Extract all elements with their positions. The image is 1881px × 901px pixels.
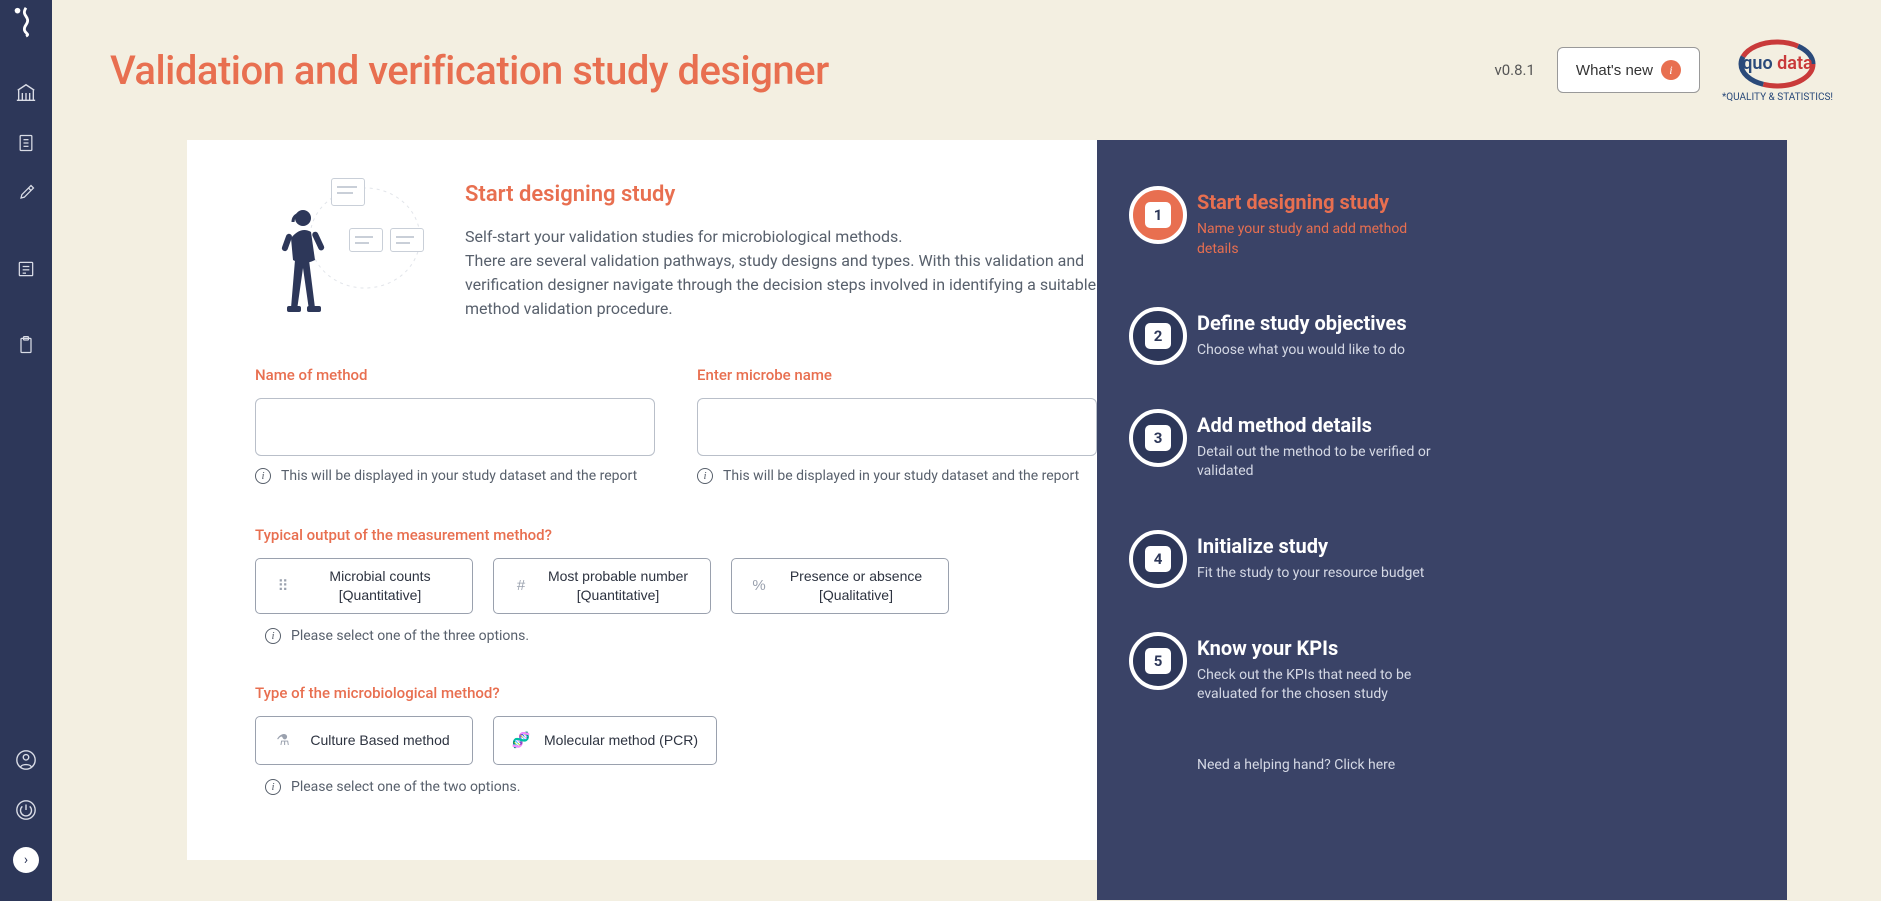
document-icon[interactable] xyxy=(13,130,39,156)
step-title: Add method details xyxy=(1197,413,1437,437)
step-title: Know your KPIs xyxy=(1197,636,1437,660)
dropper-icon[interactable] xyxy=(13,180,39,206)
method-name-label: Name of method xyxy=(255,366,655,384)
step-sub: Check out the KPIs that need to be evalu… xyxy=(1197,666,1437,705)
user-icon[interactable] xyxy=(13,747,39,773)
grid-icon: ⠿ xyxy=(274,577,292,595)
type-option-culture[interactable]: ⚗ Culture Based method xyxy=(255,716,473,765)
output-type-label: Typical output of the measurement method… xyxy=(255,526,1097,544)
info-icon: i xyxy=(697,468,713,484)
helper-text: Please select one of the two options. xyxy=(291,779,520,795)
report-icon[interactable] xyxy=(13,256,39,282)
flask-icon: ⚗ xyxy=(274,731,292,749)
card-desc: Self-start your validation studies for m… xyxy=(465,225,1097,321)
info-icon: i xyxy=(265,628,281,644)
step-3[interactable]: 3 Add method details Detail out the meth… xyxy=(1197,413,1747,482)
brand-tagline: *QUALITY & STATISTICS! xyxy=(1722,92,1833,103)
illustration xyxy=(255,178,435,328)
helper-text: This will be displayed in your study dat… xyxy=(723,468,1079,484)
power-icon[interactable] xyxy=(13,797,39,823)
info-icon: i xyxy=(1661,60,1681,80)
page-header: Validation and verification study design… xyxy=(52,0,1881,140)
step-sub: Detail out the method to be verified or … xyxy=(1197,443,1437,482)
help-link[interactable]: Need a helping hand? Click here xyxy=(1197,757,1747,773)
whats-new-label: What's new xyxy=(1576,62,1653,79)
step-sub: Fit the study to your resource budget xyxy=(1197,564,1424,584)
clipboard-icon[interactable] xyxy=(13,332,39,358)
app-logo[interactable] xyxy=(8,4,44,40)
step-4[interactable]: 4 Initialize study Fit the study to your… xyxy=(1197,534,1747,584)
percent-icon: % xyxy=(750,577,768,595)
step-sub: Name your study and add method details xyxy=(1197,220,1437,259)
method-name-input[interactable] xyxy=(255,398,655,456)
microbe-name-input[interactable] xyxy=(697,398,1097,456)
helper-text: Please select one of the three options. xyxy=(291,628,529,644)
output-option-microbial-counts[interactable]: ⠿ Microbial counts[Quantitative] xyxy=(255,558,473,614)
step-1[interactable]: 1 Start designing study Name your study … xyxy=(1197,190,1747,259)
step-sub: Choose what you would like to do xyxy=(1197,341,1407,361)
step-5[interactable]: 5 Know your KPIs Check out the KPIs that… xyxy=(1197,636,1747,705)
sidebar-nav: › xyxy=(0,0,52,901)
step-2[interactable]: 2 Define study objectives Choose what yo… xyxy=(1197,311,1747,361)
microbe-name-label: Enter microbe name xyxy=(697,366,1097,384)
steps-panel: 1 Start designing study Name your study … xyxy=(1097,140,1787,900)
institution-icon[interactable] xyxy=(13,80,39,106)
info-icon: i xyxy=(255,468,271,484)
output-option-presence[interactable]: % Presence or absence[Qualitative] xyxy=(731,558,949,614)
info-icon: i xyxy=(265,779,281,795)
type-option-molecular[interactable]: 🧬 Molecular method (PCR) xyxy=(493,716,717,765)
expand-sidebar-button[interactable]: › xyxy=(13,847,39,873)
version-text: v0.8.1 xyxy=(1494,61,1534,79)
method-type-label: Type of the microbiological method? xyxy=(255,684,1097,702)
helper-text: This will be displayed in your study dat… xyxy=(281,468,637,484)
output-option-mpn[interactable]: # Most probable number[Quantitative] xyxy=(493,558,711,614)
page-title: Validation and verification study design… xyxy=(110,47,829,94)
step-title: Initialize study xyxy=(1197,534,1424,558)
step-title: Start designing study xyxy=(1197,190,1437,214)
card-heading: Start designing study xyxy=(465,182,1097,207)
step-title: Define study objectives xyxy=(1197,311,1407,335)
dna-icon: 🧬 xyxy=(512,731,530,749)
whats-new-button[interactable]: What's new i xyxy=(1557,47,1700,93)
hash-icon: # xyxy=(512,577,530,595)
brand-logo[interactable]: quo data *QUALITY & STATISTICS! xyxy=(1722,38,1833,103)
